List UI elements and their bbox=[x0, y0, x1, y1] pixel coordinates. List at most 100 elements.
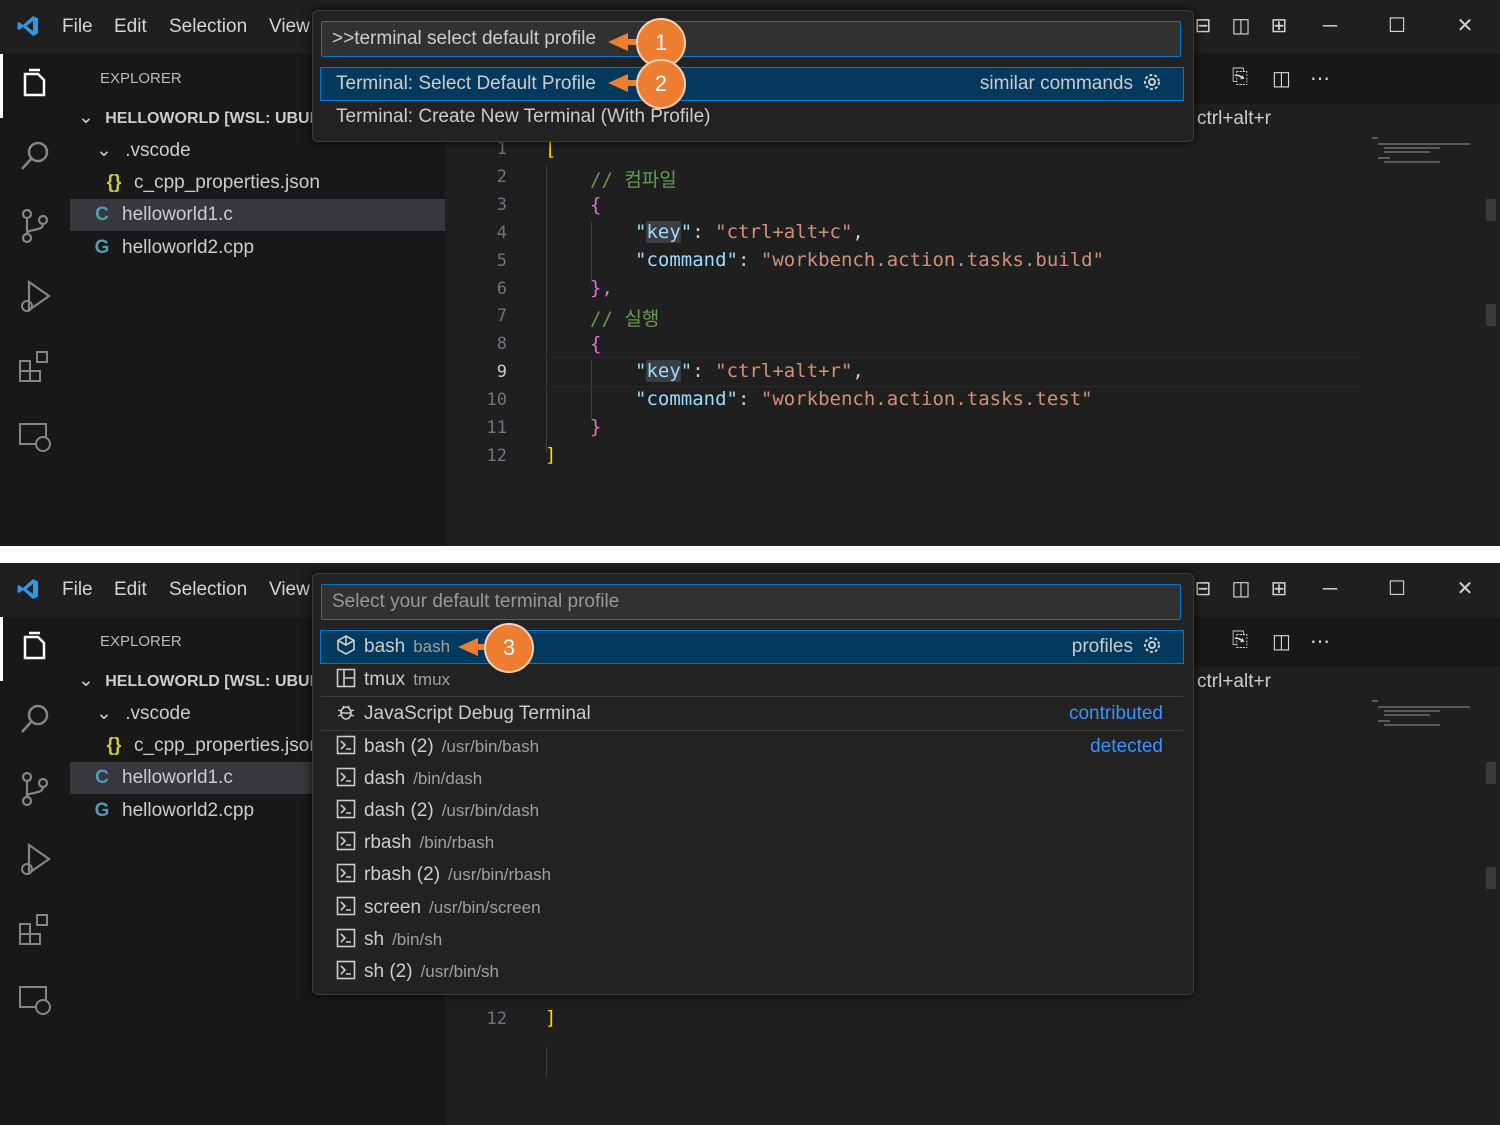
menu-view[interactable]: View bbox=[269, 579, 310, 601]
file-item-selected[interactable]: Chelloworld1.c bbox=[70, 199, 445, 231]
file-item[interactable]: Ghelloworld2.cpp bbox=[70, 232, 445, 264]
run-debug-icon[interactable] bbox=[15, 276, 55, 316]
menu-edit[interactable]: Edit bbox=[114, 16, 147, 38]
editor-actions: ⎘ ◫ ⋯ bbox=[1160, 54, 1500, 104]
folder-label: .vscode bbox=[125, 140, 191, 161]
terminal-icon bbox=[336, 896, 356, 916]
profile-label: bash (2) bbox=[364, 736, 434, 757]
minimize-button[interactable]: ─ bbox=[1315, 575, 1345, 603]
maximize-button[interactable]: ☐ bbox=[1382, 575, 1412, 603]
profile-picker-input[interactable]: Select your default terminal profile bbox=[321, 584, 1181, 620]
open-changes-icon[interactable]: ⎘ bbox=[1232, 66, 1248, 89]
scrollbar-marker bbox=[1486, 867, 1496, 889]
similar-commands-link[interactable]: similar commands bbox=[980, 68, 1163, 100]
command-item-create-terminal[interactable]: Terminal: Create New Terminal (With Prof… bbox=[321, 101, 1183, 133]
menu-view[interactable]: View bbox=[269, 16, 310, 38]
profile-item[interactable]: rbash/bin/rbash bbox=[321, 827, 1183, 859]
profile-desc: /bin/sh bbox=[392, 930, 443, 949]
callout-arrow-head bbox=[458, 638, 478, 656]
profile-item-js-debug[interactable]: JavaScript Debug Terminal contributed bbox=[321, 698, 1183, 730]
activity-bar bbox=[0, 54, 70, 546]
code-string: "ctrl+alt+r" bbox=[715, 360, 853, 382]
profile-item[interactable]: sh/bin/sh bbox=[321, 924, 1183, 956]
explorer-title: EXPLORER bbox=[100, 70, 182, 87]
profile-desc: /usr/bin/dash bbox=[441, 801, 540, 820]
code-key: command bbox=[646, 388, 727, 410]
close-button[interactable]: ✕ bbox=[1450, 12, 1480, 40]
code-string: "workbench.action.tasks.build" bbox=[760, 249, 1105, 271]
menu-file[interactable]: File bbox=[62, 579, 93, 601]
profile-item[interactable]: dash (2) /usr/bin/dash bbox=[321, 795, 1183, 827]
profile-desc: bash bbox=[413, 637, 451, 656]
minimap[interactable] bbox=[1370, 697, 1480, 737]
profile-item[interactable]: screen/usr/bin/screen bbox=[321, 892, 1183, 924]
profile-label: tmux bbox=[364, 669, 406, 690]
editor-actions: ⎘ ◫ ⋯ bbox=[1160, 617, 1500, 667]
minimap[interactable] bbox=[1370, 134, 1480, 174]
code-string: "workbench.action.tasks.test" bbox=[760, 388, 1093, 410]
menu-edit[interactable]: Edit bbox=[114, 579, 147, 601]
search-icon[interactable] bbox=[15, 699, 55, 739]
command-item-select-default-profile[interactable]: Terminal: Select Default Profile similar… bbox=[320, 67, 1184, 101]
terminal-icon bbox=[336, 767, 356, 787]
menu-selection[interactable]: Selection bbox=[169, 579, 247, 601]
gear-icon[interactable] bbox=[1141, 634, 1163, 656]
code-key: key bbox=[646, 360, 681, 382]
vertical-scrollbar[interactable] bbox=[1486, 199, 1496, 221]
indent-guide bbox=[591, 222, 592, 282]
source-control-icon[interactable] bbox=[15, 206, 55, 246]
line-number: 11 bbox=[486, 418, 507, 438]
customize-layout-icon[interactable]: ⊞ bbox=[1264, 575, 1294, 603]
code-line: "command": "workbench.action.tasks.test" bbox=[635, 388, 1093, 410]
menu-selection[interactable]: Selection bbox=[169, 16, 247, 38]
maximize-button[interactable]: ☐ bbox=[1382, 12, 1412, 40]
profile-label: screen bbox=[364, 897, 422, 918]
file-label: helloworld2.cpp bbox=[122, 237, 255, 258]
more-actions-icon[interactable]: ⋯ bbox=[1310, 66, 1330, 91]
remote-explorer-icon[interactable] bbox=[15, 416, 55, 456]
toggle-sidebar-icon[interactable]: ◫ bbox=[1226, 12, 1256, 40]
menu-file[interactable]: File bbox=[62, 16, 93, 38]
activity-bar bbox=[0, 617, 70, 1125]
chevron-down-icon: ⌄ bbox=[96, 703, 112, 724]
code-key: command bbox=[646, 249, 727, 271]
toggle-sidebar-icon[interactable]: ◫ bbox=[1226, 575, 1256, 603]
remote-explorer-icon[interactable] bbox=[15, 979, 55, 1019]
command-palette-input[interactable]: >>terminal select default profile bbox=[321, 21, 1181, 57]
profile-label: sh (2) bbox=[364, 961, 413, 982]
line-number: 8 bbox=[496, 334, 507, 354]
folder-label: .vscode bbox=[125, 703, 191, 724]
profile-item-bash[interactable]: bash bash profiles bbox=[320, 630, 1184, 664]
split-editor-icon[interactable]: ◫ bbox=[1272, 66, 1291, 91]
run-debug-icon[interactable] bbox=[15, 839, 55, 879]
profile-item[interactable]: dash/bin/dash bbox=[321, 763, 1183, 795]
profile-item[interactable]: bash (2) /usr/bin/bash detected bbox=[321, 731, 1183, 763]
source-control-icon[interactable] bbox=[15, 769, 55, 809]
extensions-icon[interactable] bbox=[15, 909, 55, 949]
more-actions-icon[interactable]: ⋯ bbox=[1310, 629, 1330, 654]
explorer-icon[interactable] bbox=[15, 66, 55, 106]
vscode-logo-icon bbox=[17, 16, 38, 36]
file-item[interactable]: {} c_cpp_properties.json bbox=[70, 167, 445, 199]
code-line: "command": "workbench.action.tasks.build… bbox=[635, 249, 1105, 271]
active-indicator bbox=[0, 54, 3, 118]
vertical-scrollbar[interactable] bbox=[1486, 762, 1496, 784]
extensions-icon[interactable] bbox=[15, 346, 55, 386]
gear-icon[interactable] bbox=[1141, 71, 1163, 93]
search-icon[interactable] bbox=[15, 136, 55, 176]
split-editor-icon[interactable]: ◫ bbox=[1272, 629, 1291, 654]
open-changes-icon[interactable]: ⎘ bbox=[1232, 629, 1248, 652]
command-palette: >>terminal select default profile Termin… bbox=[312, 10, 1194, 142]
customize-layout-icon[interactable]: ⊞ bbox=[1264, 12, 1294, 40]
profile-item[interactable]: rbash (2) /usr/bin/rbash bbox=[321, 859, 1183, 891]
profile-desc: tmux bbox=[413, 670, 451, 689]
keybinding-hint: ctrl+alt+r bbox=[1197, 108, 1271, 129]
profile-item-tmux[interactable]: tmux tmux bbox=[321, 664, 1183, 696]
minimize-button[interactable]: ─ bbox=[1315, 12, 1345, 40]
profile-item[interactable]: sh (2) /usr/bin/sh bbox=[321, 956, 1183, 988]
profile-desc: /usr/bin/sh bbox=[420, 962, 500, 981]
debug-bug-icon bbox=[337, 705, 355, 720]
explorer-icon[interactable] bbox=[15, 629, 55, 669]
close-button[interactable]: ✕ bbox=[1450, 575, 1480, 603]
separator bbox=[321, 696, 1183, 697]
